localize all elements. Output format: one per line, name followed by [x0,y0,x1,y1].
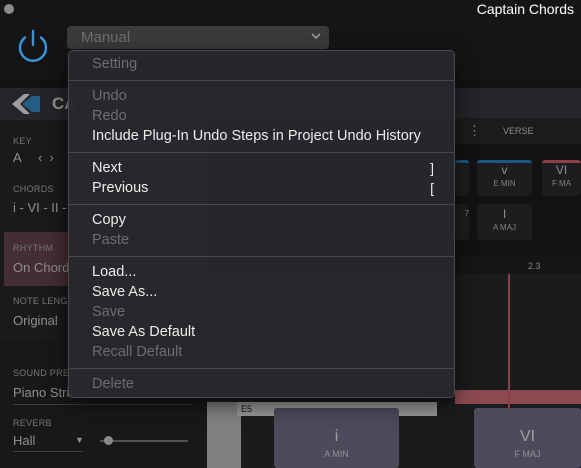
preset-context-menu: Setting Undo Redo Include Plug-In Undo S… [68,50,455,398]
chevron-down-icon [309,29,323,43]
menu-shortcut-previous: [ [430,180,434,196]
menu-separator [69,80,454,81]
menu-item-undo: Undo [92,88,127,104]
menu-item-redo: Redo [92,108,127,124]
preset-dropdown[interactable]: Manual [67,26,329,49]
menu-item-delete: Delete [92,376,134,392]
menu-item-copy[interactable]: Copy [92,212,126,228]
power-icon[interactable] [14,28,52,66]
menu-item-recall-default: Recall Default [92,344,183,360]
menu-item-save-as[interactable]: Save As... [92,284,157,300]
menu-shortcut-next: ] [430,160,434,176]
window-close-dot[interactable] [4,4,14,14]
menu-item-save: Save [92,304,126,320]
menu-item-paste: Paste [92,232,130,248]
menu-separator [69,152,454,153]
menu-item-load[interactable]: Load... [92,264,136,280]
plugin-title: Captain Chords [476,1,574,17]
menu-item-setting: Setting [92,56,138,72]
menu-separator [69,256,454,257]
menu-separator [69,204,454,205]
menu-separator [69,368,454,369]
menu-item-include-undo-steps[interactable]: Include Plug-In Undo Steps in Project Un… [92,128,421,144]
menu-item-next[interactable]: Next [92,160,122,176]
preset-value: Manual [81,29,131,46]
menu-item-previous[interactable]: Previous [92,180,148,196]
menu-item-save-as-default[interactable]: Save As Default [92,324,195,340]
